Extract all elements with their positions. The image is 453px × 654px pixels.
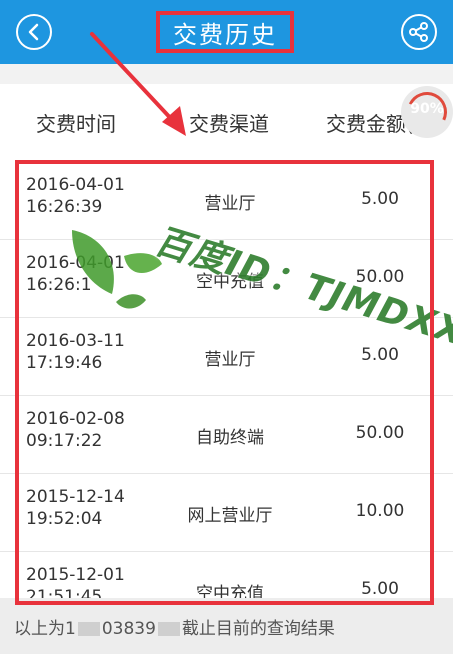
- record-amount: 5.00: [361, 189, 399, 209]
- record-date: 2016-03-11: [26, 331, 125, 351]
- footer-suffix: 截止目前的查询结果: [181, 619, 335, 639]
- share-icon: [409, 22, 428, 42]
- footer-prefix: 以上为1: [14, 619, 76, 639]
- record-amount: 5.00: [361, 579, 399, 599]
- record-time: 16:26:39: [26, 197, 103, 217]
- record-time: 09:17:22: [26, 431, 103, 451]
- record-channel: 网上营业厅: [187, 506, 273, 526]
- query-footer: 以上为1 03839 截止目前的查询结果: [0, 598, 453, 654]
- table-header: 交费时间 交费渠道 交费金额(元) 90%: [0, 84, 453, 158]
- back-button[interactable]: [16, 14, 52, 50]
- record-date: 2016-02-08: [26, 409, 125, 429]
- column-header-time: 交费时间: [36, 112, 116, 136]
- record-amount: 5.00: [361, 345, 399, 365]
- record-channel: 自助终端: [196, 428, 264, 448]
- record-datetime: 2016-03-11 17:19:46: [26, 330, 156, 374]
- app-header: 交费历史: [0, 0, 453, 64]
- record-list: 2016-04-01 16:26:39 营业厅 5.00 2016-04-01 …: [0, 162, 453, 630]
- record-date: 2016-04-01: [26, 253, 125, 273]
- record-amount: 50.00: [355, 267, 405, 287]
- table-row: 2016-02-08 09:17:22 自助终端 50.00: [0, 396, 453, 474]
- redacted-digits: [157, 622, 180, 636]
- table-row: 2016-04-01 16:26:1 空中充值 50.00: [0, 240, 453, 318]
- record-amount: 10.00: [355, 501, 405, 521]
- page-title: 交费历史: [156, 11, 294, 53]
- record-datetime: 2015-12-14 19:52:04: [26, 486, 156, 530]
- back-arrow-icon: [28, 23, 39, 41]
- footer-summary: 以上为1 03839 截止目前的查询结果: [14, 614, 335, 639]
- record-channel: 营业厅: [204, 350, 256, 370]
- record-datetime: 2016-04-01 16:26:39: [26, 174, 156, 218]
- progress-label: 90%: [410, 101, 444, 117]
- record-time: 17:19:46: [26, 353, 103, 373]
- history-table: 交费时间 交费渠道 交费金额(元) 90% 2016-04-01 16:26:3…: [0, 84, 453, 630]
- record-date: 2015-12-14: [26, 487, 125, 507]
- record-time: 19:52:04: [26, 509, 103, 529]
- header-gap: [0, 64, 453, 84]
- record-channel: 空中充值: [196, 272, 264, 292]
- table-row: 2016-03-11 17:19:46 营业厅 5.00: [0, 318, 453, 396]
- progress-badge[interactable]: 90%: [401, 86, 453, 138]
- record-time: 16:26:1: [26, 275, 92, 295]
- record-datetime: 2016-04-01 16:26:1: [26, 252, 156, 296]
- record-date: 2016-04-01: [26, 175, 125, 195]
- record-date: 2015-12-01: [26, 565, 125, 585]
- table-row: 2016-04-01 16:26:39 营业厅 5.00: [0, 162, 453, 240]
- record-channel: 营业厅: [204, 194, 256, 214]
- share-button[interactable]: [401, 14, 437, 50]
- record-datetime: 2016-02-08 09:17:22: [26, 408, 156, 452]
- record-amount: 50.00: [355, 423, 405, 443]
- redacted-digits: [77, 622, 100, 636]
- table-row: 2015-12-14 19:52:04 网上营业厅 10.00: [0, 474, 453, 552]
- footer-number: 03839: [101, 619, 156, 639]
- column-header-channel: 交费渠道: [189, 112, 269, 136]
